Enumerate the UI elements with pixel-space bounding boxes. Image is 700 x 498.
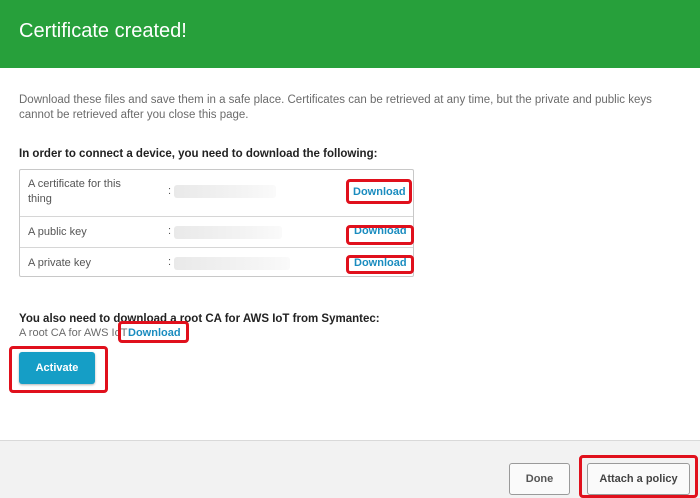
root-ca-heading: You also need to download a root CA for … bbox=[19, 313, 380, 325]
row-separator: : bbox=[168, 185, 172, 197]
attach-policy-button[interactable]: Attach a policy bbox=[587, 463, 690, 495]
row-label: A certificate for this thing bbox=[28, 178, 121, 205]
certificate-filename-redacted bbox=[174, 185, 276, 198]
download-files-heading: In order to connect a device, you need t… bbox=[19, 148, 378, 160]
row-separator: : bbox=[168, 256, 172, 268]
intro-text: Download these files and save them in a … bbox=[19, 94, 652, 121]
row-label: A private key bbox=[28, 257, 91, 269]
page-header: Certificate created! bbox=[0, 0, 700, 68]
done-button[interactable]: Done bbox=[509, 463, 570, 495]
table-row-public-key: A public key : Download bbox=[20, 216, 413, 247]
row-label: A public key bbox=[28, 226, 87, 238]
table-row-private-key: A private key : Download bbox=[20, 247, 413, 276]
public-key-filename-redacted bbox=[174, 226, 282, 239]
download-private-key-link[interactable]: Download bbox=[354, 257, 407, 269]
table-row-certificate: A certificate for this thing : Download bbox=[20, 170, 413, 216]
root-ca-text: A root CA for AWS IoT bbox=[19, 327, 128, 339]
download-files-table: A certificate for this thing : Download … bbox=[19, 169, 414, 277]
download-certificate-link[interactable]: Download bbox=[353, 186, 406, 198]
row-separator: : bbox=[168, 225, 172, 237]
activate-button[interactable]: Activate bbox=[19, 352, 95, 384]
download-public-key-link[interactable]: Download bbox=[354, 225, 407, 237]
page-title: Certificate created! bbox=[19, 20, 187, 42]
download-root-ca-link[interactable]: Download bbox=[128, 327, 181, 339]
private-key-filename-redacted bbox=[174, 257, 290, 270]
